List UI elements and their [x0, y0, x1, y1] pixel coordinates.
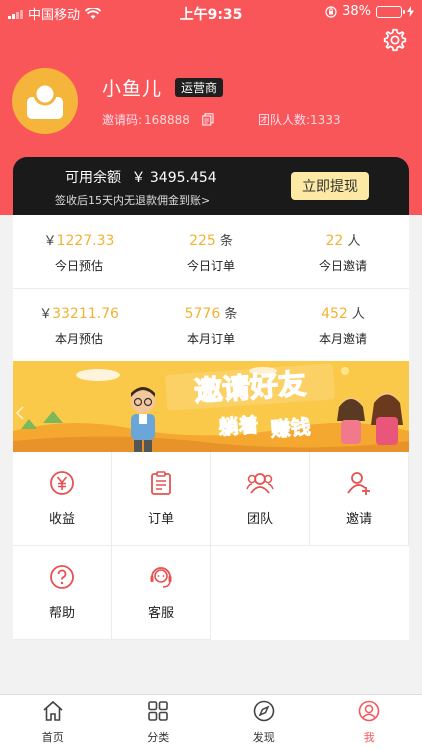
stats-panel: ￥1227.33 今日预估 225 条今日订单 22 人今日邀请 ￥33211.76 本… — [13, 215, 409, 361]
stat-today-0[interactable]: ￥1227.33 今日预估 — [13, 215, 145, 288]
invite-code-value: 168888 — [144, 112, 190, 127]
balance-label: 可用余额 — [65, 170, 121, 186]
stat-month-2[interactable]: 452 人本月邀请 — [277, 289, 409, 361]
stat-label: 今日邀请 — [318, 258, 367, 273]
balance-note[interactable]: 签收后15天内无退款佣金到账> — [55, 192, 210, 208]
invite-code-row: 邀请码: 168888 — [102, 111, 214, 128]
stat-month-1[interactable]: 5776 条本月订单 — [145, 289, 277, 361]
balance-card: 可用余额 ￥ 3495.454 签收后15天内无退款佣金到账> 立即提现 — [13, 157, 409, 215]
banner-image: 邀请好友 躺着 赚钱 — [13, 361, 409, 452]
stat-label: 今日预估 — [54, 258, 103, 273]
stat-label: 本月预估 — [54, 332, 103, 346]
stat-value: ￥1227.33 — [43, 232, 115, 249]
user-name: 小鱼儿 — [102, 78, 163, 100]
home-icon — [42, 700, 64, 726]
stat-month-0[interactable]: ￥33211.76 本月预估 — [13, 289, 145, 361]
add-user-icon — [346, 470, 372, 500]
banner-subtitle-a: 躺着 — [218, 413, 260, 440]
stat-value: 225 条 — [189, 232, 233, 249]
team-icon — [246, 470, 274, 500]
user-icon — [358, 700, 380, 726]
grid-icon — [147, 700, 169, 726]
menu-item-label: 收益 — [48, 512, 75, 527]
menu-item-1[interactable]: 订单 — [112, 452, 211, 546]
stat-value: 22 人 — [325, 232, 361, 249]
tab-label: 首页 — [41, 731, 64, 744]
menu-item-0[interactable]: 收益 — [13, 452, 112, 546]
menu-item-label: 团队 — [246, 512, 273, 527]
invite-code-label: 邀请码: — [102, 113, 143, 127]
stat-label: 今日订单 — [186, 258, 235, 273]
role-badge: 运营商 — [175, 78, 224, 97]
compass-icon — [253, 700, 275, 726]
menu-item-label: 订单 — [147, 512, 174, 527]
profile-header: 中国移动 上午9:35 38% 小鱼儿 运营商 邀请码: 168888 团队人数… — [0, 0, 422, 215]
team-count-label: 团队人数: — [258, 113, 311, 127]
settings-gear-icon[interactable] — [382, 27, 408, 53]
user-avatar-icon — [27, 82, 63, 119]
battery-percent: 38% — [342, 4, 371, 19]
menu-item-3[interactable]: 邀请 — [310, 452, 409, 546]
today-stats-row: ￥1227.33 今日预估 225 条今日订单 22 人今日邀请 — [13, 215, 409, 288]
stat-value: 5776 条 — [184, 306, 238, 322]
stat-today-1[interactable]: 225 条今日订单 — [145, 215, 277, 288]
clipboard-icon — [148, 470, 174, 500]
team-count-row: 团队人数:1333 — [258, 111, 341, 128]
tab-compass[interactable]: 发现 — [211, 695, 317, 750]
menu-item-label: 客服 — [147, 606, 174, 621]
yen-circle-icon — [49, 470, 75, 500]
stat-today-2[interactable]: 22 人今日邀请 — [277, 215, 409, 288]
stat-value: ￥33211.76 — [39, 306, 119, 322]
withdraw-button[interactable]: 立即提现 — [291, 172, 369, 200]
menu-item-4[interactable]: 帮助 — [13, 546, 112, 640]
help-icon — [49, 564, 75, 594]
month-stats-row: ￥33211.76 本月预估 5776 条本月订单 452 人本月邀请 — [13, 288, 409, 361]
orientation-lock-icon — [325, 5, 337, 18]
tab-label: 分类 — [147, 731, 170, 744]
team-count-value: 1333 — [310, 113, 341, 127]
headset-icon — [148, 564, 174, 594]
menu-item-label: 帮助 — [48, 606, 75, 621]
tab-label: 发现 — [252, 731, 275, 744]
stat-label: 本月订单 — [186, 332, 235, 346]
invite-banner[interactable]: 邀请好友 躺着 赚钱 — [13, 361, 409, 452]
bottom-tab-bar: 首页 分类 发现 我 — [0, 694, 422, 750]
copy-icon[interactable] — [202, 113, 214, 126]
stat-label: 本月邀请 — [318, 332, 367, 346]
menu-item-2[interactable]: 团队 — [211, 452, 310, 546]
battery-icon — [376, 5, 405, 18]
balance-amount: ￥ 3495.454 — [131, 170, 217, 186]
tab-home[interactable]: 首页 — [0, 695, 106, 750]
tab-label: 我 — [363, 731, 375, 744]
tab-grid[interactable]: 分类 — [106, 695, 212, 750]
status-bar: 中国移动 上午9:35 38% — [0, 0, 422, 26]
menu-item-5[interactable]: 客服 — [112, 546, 211, 640]
banner-subtitle-b: 赚钱 — [269, 415, 312, 442]
avatar[interactable] — [12, 68, 78, 134]
tab-user[interactable]: 我 — [317, 695, 422, 750]
charging-icon — [407, 6, 414, 17]
feature-menu-grid: 收益 订单 团队 邀请帮助 客服 — [13, 452, 409, 640]
menu-item-label: 邀请 — [345, 512, 372, 527]
stat-value: 452 人 — [321, 306, 365, 322]
